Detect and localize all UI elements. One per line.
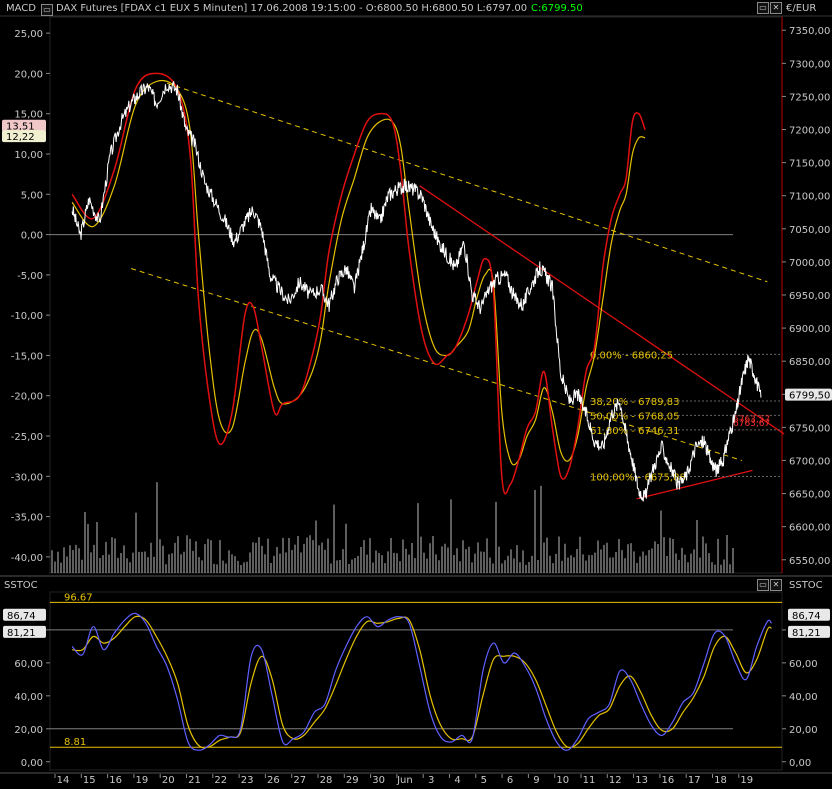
time-tick-label: 16 — [662, 775, 675, 786]
macd-tick-label: -25,00 — [11, 432, 43, 443]
sstoc-label-right: SSTOC — [789, 580, 823, 591]
macd-tick-label: -30,00 — [11, 472, 43, 483]
macd-tick-label: -15,00 — [11, 351, 43, 362]
price-tick-label: 7100,00 — [789, 192, 830, 203]
sstoc-tick-label-left: 40,00 — [14, 692, 43, 703]
price-tick-label: 6900,00 — [789, 324, 830, 335]
macd-tick-label: -5,00 — [17, 271, 43, 282]
time-tick-label: 4 — [454, 775, 460, 786]
macd-tick-label: 20,00 — [14, 69, 43, 80]
price-tick-label: 7000,00 — [789, 258, 830, 269]
time-tick-label: 14 — [57, 775, 70, 786]
price-tick-label: 6550,00 — [789, 556, 830, 567]
time-tick-label: 16 — [109, 775, 122, 786]
sstoc-tick-label-right: 0,00 — [789, 758, 811, 769]
fib-level-label: 100,00% - 6675,88 — [590, 472, 686, 483]
minimize-icon[interactable]: ▭ — [757, 2, 769, 14]
instrument-title: DAX Futures [FDAX c1 EUX 5 Minuten] 17.0… — [56, 3, 528, 14]
macd-tick-label: 10,00 — [14, 150, 43, 161]
last-price-label: 6799,50 — [789, 391, 830, 402]
time-tick-label: Jun — [396, 775, 413, 786]
macd-value-label: 12,22 — [6, 132, 35, 143]
sstoc-tick-label-right: 60,00 — [789, 659, 818, 670]
macd-tick-label: -10,00 — [11, 311, 43, 322]
time-tick-label: 5 — [481, 775, 487, 786]
sstoc-tick-label-right: 20,00 — [789, 725, 818, 736]
time-tick-label: 26 — [267, 775, 280, 786]
time-tick-label: 29 — [346, 775, 359, 786]
time-tick-label: 13 — [635, 775, 648, 786]
macd-line — [71, 72, 646, 495]
macd-label: MACD — [6, 3, 36, 14]
sstoc-value-label-right: 86,74 — [792, 611, 821, 622]
close-price-text: C:6799.50 — [531, 3, 583, 14]
time-tick-label: 21 — [188, 775, 201, 786]
time-tick-label: 3 — [428, 775, 434, 786]
price-tick-label: 6950,00 — [789, 291, 830, 302]
chart-canvas: 25,00 20,00 15,00 10,00 5,00 0,00 -5,00 -10,00 -… — [0, 15, 832, 786]
macd-tick-label: 25,00 — [14, 29, 43, 40]
fib-level-label: 50,00% - 6768,05 — [590, 411, 679, 422]
price-tick-label: 7050,00 — [789, 225, 830, 236]
macd-tick-label: -20,00 — [11, 392, 43, 403]
time-tick-label: 27 — [293, 775, 306, 786]
price-line — [71, 80, 762, 502]
time-tick-label: 30 — [372, 775, 385, 786]
macd-tick-label: 15,00 — [14, 110, 43, 121]
time-tick-label: 9 — [533, 775, 539, 786]
fib-level-label: 61,80% - 6746,31 — [590, 426, 679, 437]
fib-level-label: 0,00% - 6860,25 — [590, 350, 673, 361]
sstoc-tick-label-left: 60,00 — [14, 659, 43, 670]
time-tick-label: 6 — [507, 775, 513, 786]
currency-unit: €/EUR — [786, 3, 817, 14]
sstoc-value-label-left: 81,21 — [7, 628, 36, 639]
time-tick-label: 17 — [688, 775, 701, 786]
time-tick-label: 18 — [714, 775, 727, 786]
price-tick-label: 6650,00 — [789, 490, 830, 501]
price-tick-label: 7350,00 — [789, 26, 830, 37]
price-tick-label: 7250,00 — [789, 92, 830, 103]
macd-tick-label: 0,00 — [21, 231, 43, 242]
time-tick-label: 12 — [609, 775, 622, 786]
price-tick-label: 7200,00 — [789, 126, 830, 137]
price-tick-label: 6750,00 — [789, 423, 830, 434]
price-tick-label: 6700,00 — [789, 456, 830, 467]
sstoc-value-label-right: 81,21 — [792, 628, 821, 639]
macd-tick-label: -40,00 — [11, 553, 43, 564]
sstoc-level-label: 8.81 — [64, 737, 86, 748]
sstoc-value-label-left: 86,74 — [7, 611, 36, 622]
price-tick-label: 6600,00 — [789, 523, 830, 534]
close-icon[interactable]: ✕ — [770, 579, 782, 591]
time-tick-label: 15 — [83, 775, 96, 786]
time-tick-label: 20 — [162, 775, 175, 786]
time-tick-label: 19 — [740, 775, 753, 786]
fib-level-label: 38,20% - 6789,83 — [590, 397, 679, 408]
time-tick-label: 28 — [320, 775, 333, 786]
time-tick-label: 19 — [136, 775, 149, 786]
sstoc-tick-label-right: 40,00 — [789, 692, 818, 703]
sstoc-d-line — [72, 615, 772, 749]
time-tick-label: 11 — [583, 775, 596, 786]
close-icon[interactable]: ✕ — [770, 2, 782, 14]
sstoc-panel-frame — [49, 591, 783, 771]
time-tick-label: 23 — [241, 775, 254, 786]
upper-channel-line — [166, 82, 768, 283]
price-tick-label: 7300,00 — [789, 59, 830, 70]
trendline-value-label: 6763,67 — [733, 419, 770, 429]
price-tick-label: 6850,00 — [789, 357, 830, 368]
time-tick-label: 10 — [556, 775, 569, 786]
sstoc-label-left: SSTOC — [4, 580, 38, 591]
minimize-icon[interactable]: ▭ — [41, 4, 53, 16]
sstoc-tick-label-left: 20,00 — [14, 725, 43, 736]
price-tick-label: 7150,00 — [789, 159, 830, 170]
macd-tick-label: -35,00 — [11, 513, 43, 524]
macd-tick-label: 5,00 — [21, 190, 43, 201]
minimize-icon[interactable]: ▭ — [757, 579, 769, 591]
time-tick-label: 22 — [214, 775, 227, 786]
sstoc-tick-label-left: 0,00 — [21, 758, 43, 769]
sstoc-level-label: 96.67 — [64, 592, 93, 603]
